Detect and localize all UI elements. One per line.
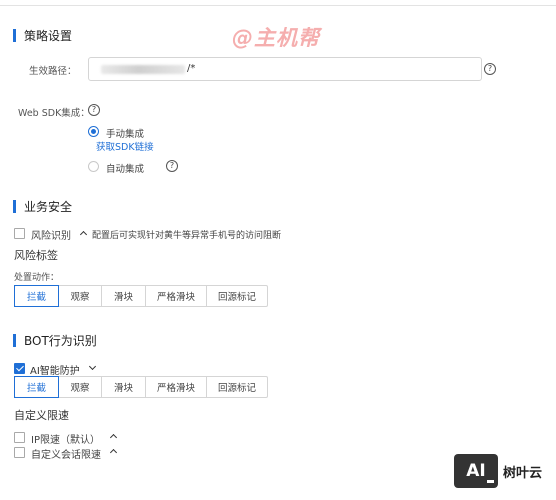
sdk-label: Web SDK集成： — [18, 108, 90, 119]
manual-integration-radio[interactable] — [88, 126, 99, 137]
logo-text: 树叶云 — [503, 465, 543, 481]
session-rate-chevron-up-icon[interactable] — [109, 448, 118, 457]
bot-action-origin-mark-button[interactable]: 回源标记 — [207, 377, 267, 397]
ai-protection-checkbox[interactable] — [14, 363, 25, 374]
path-label: 生效路径： — [29, 66, 77, 77]
brand-logo: AI 树叶云 — [454, 454, 542, 488]
action-observe-button[interactable]: 观察 — [59, 286, 102, 306]
strategy-title-text: 策略设置 — [24, 29, 73, 43]
risk-identify-desc: 配置后可实现针对黄牛等异常手机号的访问阻断 — [92, 231, 282, 241]
bot-action-segmented: 拦截 观察 滑块 严格滑块 回源标记 — [14, 376, 268, 398]
session-rate-label: 自定义会话限速 — [31, 450, 101, 461]
sdk-help-icon[interactable]: ? — [88, 104, 100, 116]
action-origin-mark-button[interactable]: 回源标记 — [207, 286, 267, 306]
watermark: @主机帮 — [232, 26, 320, 50]
ai-protection-chevron-down-icon[interactable] — [88, 362, 97, 371]
risk-tag-title: 风险标签 — [14, 249, 58, 262]
auto-help-icon[interactable]: ? — [166, 160, 178, 172]
get-sdk-link[interactable]: 获取SDK链接 — [96, 139, 154, 153]
auto-integration-label: 自动集成 — [106, 164, 145, 175]
action-block-button[interactable]: 拦截 — [14, 285, 59, 307]
path-help-icon[interactable]: ? — [484, 63, 496, 75]
section-accent-bar — [13, 334, 16, 347]
ip-rate-checkbox[interactable] — [14, 432, 25, 443]
custom-rate-title: 自定义限速 — [14, 409, 69, 422]
section-accent-bar — [13, 29, 16, 42]
session-rate-checkbox[interactable] — [14, 447, 25, 458]
ai-protection-label: AI智能防护 — [30, 366, 80, 377]
section-accent-bar — [13, 200, 16, 213]
bot-section-title: BOT行为识别 — [13, 332, 97, 349]
action-strict-slider-button[interactable]: 严格滑块 — [146, 286, 207, 306]
bot-action-strict-slider-button[interactable]: 严格滑块 — [146, 377, 207, 397]
business-title-text: 业务安全 — [24, 200, 73, 214]
bot-action-block-button[interactable]: 拦截 — [14, 376, 59, 398]
manual-integration-label: 手动集成 — [106, 129, 145, 140]
bot-action-slider-button[interactable]: 滑块 — [102, 377, 146, 397]
top-divider — [0, 5, 556, 6]
action-label: 处置动作： — [14, 273, 60, 283]
auto-integration-radio[interactable] — [88, 161, 99, 172]
strategy-section-title: 策略设置 — [13, 27, 72, 44]
ip-rate-chevron-up-icon[interactable] — [109, 433, 118, 442]
bot-title-text: BOT行为识别 — [24, 334, 97, 348]
risk-identify-label: 风险识别 — [31, 231, 71, 242]
bot-action-observe-button[interactable]: 观察 — [59, 377, 102, 397]
action-slider-button[interactable]: 滑块 — [102, 286, 146, 306]
blurred-domain — [101, 65, 185, 74]
business-action-segmented: 拦截 观察 滑块 严格滑块 回源标记 — [14, 285, 268, 307]
ip-rate-label: IP限速（默认） — [31, 435, 100, 446]
risk-identify-checkbox[interactable] — [14, 228, 25, 239]
risk-identify-chevron-up-icon[interactable] — [79, 230, 88, 239]
path-value: /* — [187, 63, 196, 74]
business-section-title: 业务安全 — [13, 198, 72, 215]
logo-mark-icon: AI — [454, 454, 498, 488]
path-input[interactable]: /* — [88, 57, 482, 81]
